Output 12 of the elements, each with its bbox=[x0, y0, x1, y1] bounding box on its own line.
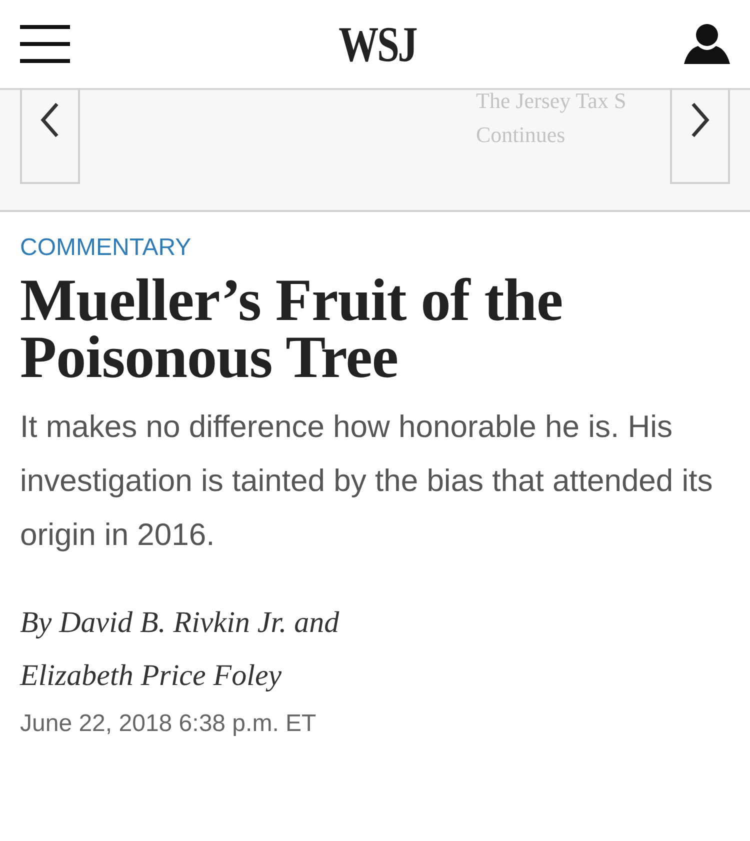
article-headline: Mueller’s Fruit of the Poisonous Tree bbox=[20, 272, 564, 386]
previous-button[interactable] bbox=[20, 90, 80, 184]
next-button[interactable] bbox=[670, 90, 730, 184]
user-icon[interactable] bbox=[684, 24, 730, 64]
logo[interactable]: WSJ bbox=[338, 15, 416, 73]
chevron-right-icon bbox=[690, 102, 710, 138]
article-summary: It makes no difference how honorable he is. His investigation is tainted by the bias that attended its origin in 2016. bbox=[20, 408, 714, 554]
byline: By David B. Rivkin Jr. and Elizabeth Price Foley bbox=[20, 605, 340, 694]
section-label[interactable]: COMMENTARY bbox=[20, 234, 730, 262]
menu-icon[interactable] bbox=[20, 24, 70, 64]
publish-date: June 22, 2018 6:38 p.m. ET bbox=[20, 710, 318, 738]
chevron-left-icon bbox=[40, 102, 60, 138]
